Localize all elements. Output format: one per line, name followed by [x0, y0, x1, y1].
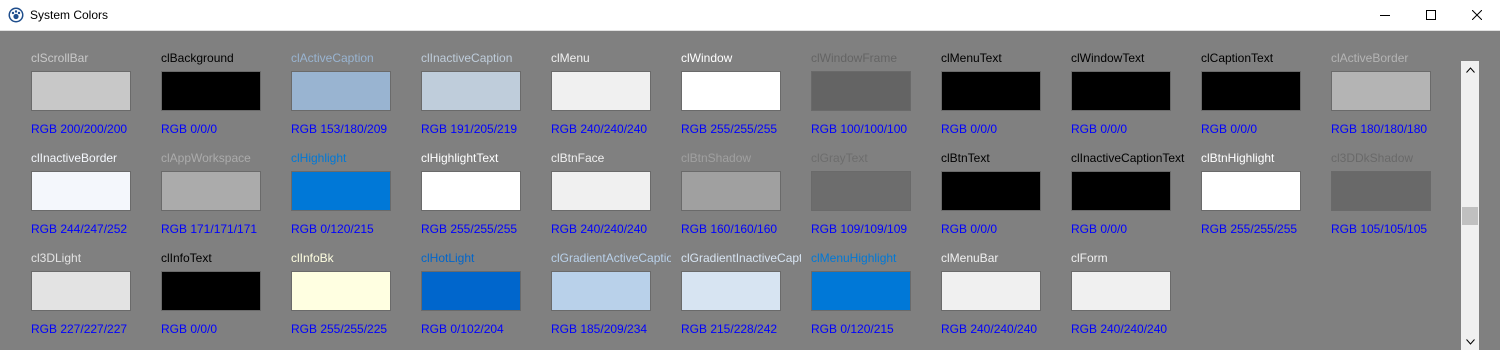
app-icon	[8, 7, 24, 23]
color-item: clBtnHighlight RGB 255/255/255	[1170, 131, 1301, 236]
color-swatch	[291, 271, 391, 311]
color-item: clHighlight RGB 0/120/215	[260, 131, 391, 236]
color-item: clInactiveCaption RGB 191/205/219	[390, 31, 521, 136]
color-rgb-value: RGB 227/227/227	[31, 322, 128, 336]
color-item: clBtnText RGB 0/0/0	[910, 131, 1041, 236]
color-item: clActiveCaption RGB 153/180/209	[260, 31, 391, 136]
color-swatch	[811, 271, 911, 311]
color-item: clWindowText RGB 0/0/0	[1040, 31, 1171, 136]
color-swatch	[551, 271, 651, 311]
color-name-label: clActiveBorder	[1331, 51, 1409, 65]
color-rgb-value: RGB 255/255/225	[291, 322, 388, 336]
color-swatch	[941, 271, 1041, 311]
close-button[interactable]	[1454, 0, 1500, 30]
color-rgb-value: RGB 105/105/105	[1331, 222, 1428, 236]
color-swatch	[941, 71, 1041, 111]
color-swatch	[681, 171, 781, 211]
color-rgb-value: RGB 240/240/240	[1071, 322, 1168, 336]
color-name-label: clForm	[1071, 251, 1108, 265]
color-rgb-value: RGB 185/209/234	[551, 322, 648, 336]
color-grid: clScrollBar RGB 200/200/200 clBackground RG…	[0, 31, 1500, 350]
color-item: clMenuBar RGB 240/240/240	[910, 231, 1041, 336]
color-item: clWindowFrame RGB 100/100/100	[780, 31, 911, 136]
chevron-up-icon	[1465, 66, 1475, 73]
color-item: clBackground RGB 0/0/0	[130, 31, 261, 136]
color-swatch	[1201, 71, 1301, 111]
color-swatch	[1071, 171, 1171, 211]
color-item: clForm RGB 240/240/240	[1040, 231, 1171, 336]
title-bar: System Colors	[0, 0, 1500, 31]
close-icon	[1472, 10, 1482, 20]
color-item: clInfoBk RGB 255/255/225	[260, 231, 391, 336]
color-swatch	[1071, 271, 1171, 311]
color-swatch	[421, 71, 521, 111]
color-item: clScrollBar RGB 200/200/200	[0, 31, 131, 136]
vertical-scrollbar[interactable]	[1461, 61, 1479, 350]
maximize-button[interactable]	[1408, 0, 1454, 30]
color-rgb-value: RGB 240/240/240	[941, 322, 1038, 336]
color-item: clBtnFace RGB 240/240/240	[520, 131, 651, 236]
color-swatch	[291, 171, 391, 211]
maximize-icon	[1426, 10, 1436, 20]
scroll-up-button[interactable]	[1461, 61, 1479, 78]
minimize-icon	[1380, 15, 1390, 16]
color-item: clCaptionText RGB 0/0/0	[1170, 31, 1301, 136]
color-swatch	[681, 71, 781, 111]
color-swatch	[1071, 71, 1171, 111]
color-swatch	[551, 71, 651, 111]
color-swatch	[161, 71, 261, 111]
color-rgb-value: RGB 0/120/215	[811, 322, 894, 336]
color-item: clInactiveBorder RGB 244/247/252	[0, 131, 131, 236]
chevron-down-icon	[1465, 338, 1475, 345]
color-swatch	[31, 271, 131, 311]
color-item: clGradientInactiveCaptionRGB 215/228/242	[650, 231, 801, 336]
color-rgb-value: RGB 0/102/204	[421, 322, 504, 336]
color-item: clMenuHighlight RGB 0/120/215	[780, 231, 911, 336]
color-swatch	[941, 171, 1041, 211]
color-swatch	[161, 171, 261, 211]
color-item: clInfoText RGB 0/0/0	[130, 231, 261, 336]
color-swatch	[31, 171, 131, 211]
color-rgb-value: RGB 0/0/0	[161, 322, 218, 336]
color-swatch	[551, 171, 651, 211]
color-swatch	[811, 71, 911, 111]
color-rgb-value: RGB 215/228/242	[681, 322, 778, 336]
color-item: clActiveBorder RGB 180/180/180	[1300, 31, 1431, 136]
color-swatch	[1201, 171, 1301, 211]
color-swatch	[811, 171, 911, 211]
color-item: clBtnShadow RGB 160/160/160	[650, 131, 781, 236]
color-item: clGrayText RGB 109/109/109	[780, 131, 911, 236]
color-swatch	[291, 71, 391, 111]
color-item: clAppWorkspace RGB 171/171/171	[130, 131, 261, 236]
color-rgb-value: RGB 255/255/255	[1201, 222, 1298, 236]
color-swatch	[31, 71, 131, 111]
color-item: clHotLight RGB 0/102/204	[390, 231, 521, 336]
color-swatch	[421, 171, 521, 211]
color-swatch	[161, 271, 261, 311]
color-swatch	[421, 271, 521, 311]
minimize-button[interactable]	[1362, 0, 1408, 30]
color-item: clHighlightText RGB 255/255/255	[390, 131, 521, 236]
color-swatch	[1331, 71, 1431, 111]
scroll-thumb[interactable]	[1462, 207, 1478, 225]
color-item: clMenu RGB 240/240/240	[520, 31, 651, 136]
color-swatch	[1331, 171, 1431, 211]
color-item: cl3DDkShadow RGB 105/105/105	[1300, 131, 1431, 236]
color-item: clInactiveCaptionText RGB 0/0/0	[1040, 131, 1184, 236]
window-title: System Colors	[30, 8, 109, 22]
color-item: clMenuText RGB 0/0/0	[910, 31, 1041, 136]
color-item: clGradientActiveCaption RGB 185/209/234	[520, 231, 671, 336]
color-name-label: cl3DDkShadow	[1331, 151, 1414, 165]
color-item: cl3DLight RGB 227/227/227	[0, 231, 131, 336]
scroll-down-button[interactable]	[1461, 333, 1479, 350]
color-item: clWindow RGB 255/255/255	[650, 31, 781, 136]
color-swatch	[681, 271, 781, 311]
